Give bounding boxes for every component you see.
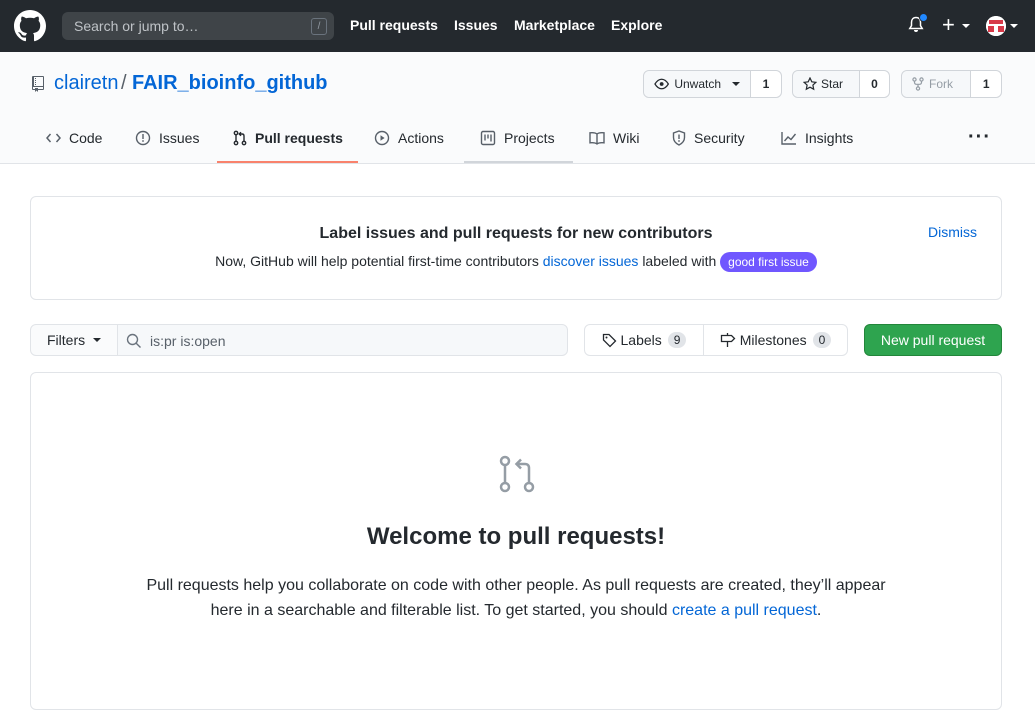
tab-actions[interactable]: Actions (374, 130, 444, 146)
avatar[interactable] (986, 16, 1006, 36)
tab-pull-requests[interactable]: Pull requests (233, 130, 343, 146)
pull-request-icon (499, 455, 535, 493)
selected-tab-indicator (217, 161, 358, 163)
star-button[interactable]: Star (793, 71, 860, 97)
stars-count[interactable]: 0 (860, 71, 889, 97)
unwatch-button-group: Unwatch 1 (643, 70, 782, 98)
new-pull-request-button[interactable]: New pull request (864, 324, 1002, 356)
filters-dropdown[interactable]: Filters (30, 324, 118, 356)
tab-issues-label: Issues (159, 130, 200, 146)
star-icon (803, 77, 817, 91)
avatar-caret-icon (1010, 24, 1018, 28)
discover-issues-link[interactable]: discover issues (543, 253, 639, 269)
project-icon (480, 130, 496, 146)
tab-pull-requests-label: Pull requests (255, 130, 343, 146)
unread-indicator (919, 13, 928, 22)
tab-insights[interactable]: Insights (781, 130, 853, 146)
github-logo-icon[interactable] (14, 10, 46, 42)
repo-path-separator: / (121, 72, 127, 94)
avatar-identicon-icon (986, 16, 1006, 36)
banner-text-after: labeled with (642, 253, 717, 269)
search-query-value: is:pr is:open (150, 333, 226, 349)
code-icon (46, 133, 61, 143)
banner-text: Now, GitHub will help potential first-ti… (31, 252, 1001, 272)
repo-name-link[interactable]: FAIR_bioinfo_github (132, 72, 328, 95)
labels-count: 9 (667, 332, 687, 348)
tab-actions-label: Actions (398, 130, 444, 146)
repo-icon (32, 76, 44, 92)
milestone-icon (720, 333, 736, 347)
graph-icon (781, 132, 797, 145)
milestones-count: 0 (812, 332, 832, 348)
more-tabs-kebab-icon[interactable]: ··· (968, 126, 991, 149)
tab-security-label: Security (694, 130, 745, 146)
dismiss-button[interactable]: Dismiss (928, 224, 977, 240)
pull-request-icon (233, 130, 247, 146)
play-icon (374, 130, 390, 146)
milestones-label: Milestones (739, 332, 807, 348)
nav-marketplace[interactable]: Marketplace (514, 17, 595, 33)
banner-title: Label issues and pull requests for new c… (319, 225, 713, 242)
search-input[interactable]: Search or jump to… / (62, 12, 334, 40)
issue-icon (135, 130, 151, 146)
blankslate-title: Welcome to pull requests! (366, 523, 666, 550)
fork-label: Fork (929, 77, 953, 91)
good-first-issue-label[interactable]: good first issue (720, 252, 817, 272)
blankslate-description: Pull requests help you collaborate on co… (141, 573, 891, 623)
eye-icon (654, 78, 670, 90)
tab-insights-label: Insights (805, 130, 854, 146)
blankslate: Welcome to pull requests! Pull requests … (30, 372, 1002, 710)
banner-text-before: Now, GitHub will help potential first-ti… (215, 253, 539, 269)
tab-code[interactable]: Code (46, 130, 102, 146)
create-pull-request-link[interactable]: create a pull request (672, 602, 817, 619)
unwatch-button[interactable]: Unwatch (644, 71, 751, 97)
tab-security[interactable]: Security (672, 130, 745, 146)
search-icon (126, 333, 141, 348)
search-placeholder: Search or jump to… (74, 18, 199, 34)
search-pull-requests-input[interactable]: is:pr is:open (117, 324, 568, 356)
blankslate-text-end: . (816, 602, 822, 619)
filters-label: Filters (47, 332, 86, 348)
tab-projects[interactable]: Projects (480, 130, 555, 146)
shield-icon (672, 130, 686, 146)
global-header: Search or jump to… / Pull requests Issue… (0, 0, 1035, 52)
labels-milestones-group: Labels 9 Milestones 0 (584, 324, 848, 356)
watchers-count[interactable]: 1 (751, 71, 781, 97)
forks-count[interactable]: 1 (971, 71, 1001, 97)
tab-issues[interactable]: Issues (135, 130, 199, 146)
nav-issues[interactable]: Issues (454, 17, 498, 33)
search-shortcut-key: / (311, 18, 327, 35)
nav-pull-requests[interactable]: Pull requests (350, 17, 438, 33)
milestones-button[interactable]: Milestones 0 (704, 325, 847, 355)
create-new-plus-icon[interactable]: + (942, 14, 955, 36)
fork-icon (912, 77, 924, 91)
tab-code-label: Code (69, 130, 103, 146)
labels-label: Labels (620, 332, 662, 348)
star-label: Star (821, 77, 844, 91)
tab-wiki-label: Wiki (613, 130, 640, 146)
star-button-group: Star 0 (792, 70, 890, 98)
create-caret-icon (962, 24, 970, 28)
fork-button-group: Fork 1 (901, 70, 1002, 98)
labels-button[interactable]: Labels 9 (585, 325, 704, 355)
repository-header (0, 52, 1035, 164)
hover-tab-indicator (464, 161, 573, 163)
book-icon (589, 131, 605, 145)
unwatch-label: Unwatch (674, 77, 721, 91)
tab-projects-label: Projects (504, 130, 555, 146)
tab-wiki[interactable]: Wiki (589, 130, 639, 146)
repo-owner-link[interactable]: clairetn (54, 72, 118, 95)
fork-button[interactable]: Fork (902, 71, 972, 97)
new-contributors-banner: Label issues and pull requests for new c… (30, 196, 1002, 300)
tag-icon (602, 333, 616, 347)
filters-caret-icon (93, 338, 102, 342)
unwatch-caret-icon (732, 82, 740, 86)
nav-explore[interactable]: Explore (611, 17, 662, 33)
